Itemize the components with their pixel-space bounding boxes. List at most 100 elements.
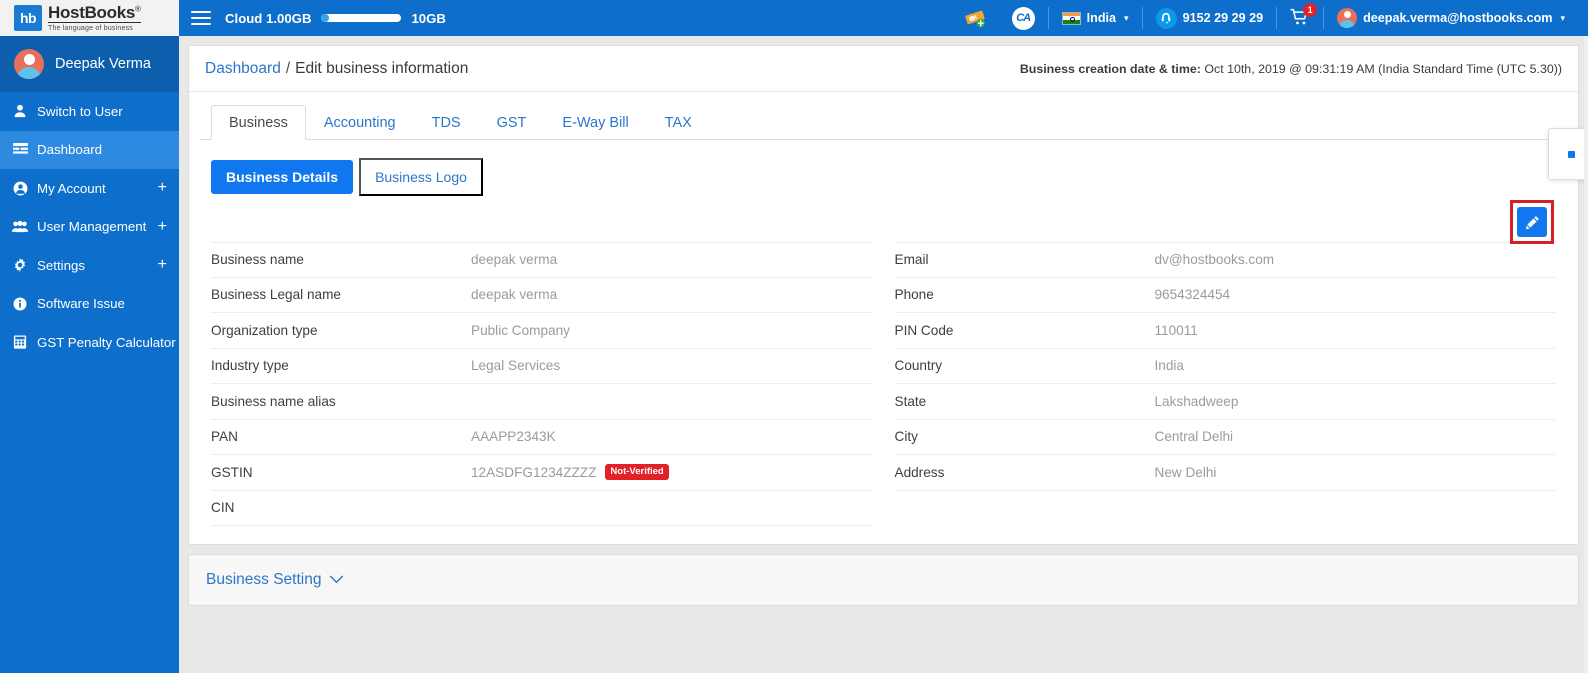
sidebar-item-label: GST Penalty Calculator [37, 334, 176, 350]
field-value: deepak verma [471, 252, 558, 268]
brand-tagline: The language of business [48, 25, 133, 32]
user-avatar-icon [1337, 8, 1358, 28]
cart-count-badge: 1 [1303, 3, 1318, 17]
sidebar-item-gst-penalty-calculator[interactable]: GST Penalty Calculator [0, 323, 179, 362]
ca-portal-button[interactable]: CA [999, 0, 1048, 36]
edit-row [200, 196, 1567, 244]
field-label: CIN [211, 500, 235, 516]
sidebar-item-label: Switch to User [37, 103, 123, 119]
topbar: Cloud 1.00GB 10GB CA India ▾ 9152 29 29 … [179, 0, 1588, 36]
business-setting-label: Business Setting [206, 571, 322, 588]
country-selector[interactable]: India ▾ [1049, 0, 1142, 36]
main-area: Cloud 1.00GB 10GB CA India ▾ 9152 29 29 … [179, 0, 1588, 673]
field-row-city: City Central Delhi [894, 420, 1556, 455]
sidebar-user-name: Deepak Verma [55, 56, 151, 72]
expand-icon[interactable]: + [158, 257, 167, 273]
sidebar-item-settings[interactable]: Settings + [0, 246, 179, 285]
add-ticket-icon [964, 9, 986, 28]
sidebar-item-user-management[interactable]: User Management + [0, 208, 179, 247]
tab-business[interactable]: Business [211, 105, 306, 140]
field-value: Legal Services [471, 358, 561, 374]
field-value: Central Delhi [1154, 429, 1234, 445]
field-value: Lakshadweep [1154, 393, 1239, 409]
sidebar-item-label: Dashboard [37, 142, 103, 158]
tab-bar: Business Accounting TDS GST E-Way Bill T… [200, 102, 1567, 140]
breadcrumb-bar: Dashboard / Edit business information Bu… [189, 46, 1578, 92]
field-value: Public Company [471, 322, 570, 338]
sidebar-item-software-issue[interactable]: Software Issue [0, 285, 179, 324]
sidebar-item-label: Settings [37, 257, 86, 273]
field-label: Business Legal name [211, 287, 341, 303]
cart-button[interactable]: 1 [1277, 0, 1323, 36]
field-label: Email [894, 252, 929, 268]
india-flag-icon [1061, 11, 1081, 25]
business-details-button[interactable]: Business Details [211, 160, 354, 194]
country-label: India [1086, 11, 1117, 25]
tab-gst[interactable]: GST [479, 105, 545, 140]
edit-button-highlight [1510, 200, 1554, 244]
expand-icon[interactable]: + [158, 180, 167, 196]
business-setting-accordion[interactable]: Business Setting [188, 554, 1579, 606]
field-label: Organization type [211, 322, 318, 338]
gear-icon [12, 258, 28, 273]
brand-logo[interactable]: hb HostBooks® The language of business [0, 0, 179, 36]
expand-icon[interactable]: + [158, 218, 167, 235]
hamburger-menu-icon[interactable] [191, 10, 211, 26]
business-logo-button[interactable]: Business Logo [359, 158, 483, 196]
support-phone-number: 9152 29 29 29 [1182, 11, 1264, 25]
tab-tax[interactable]: TAX [647, 105, 710, 140]
tab-tds[interactable]: TDS [414, 105, 479, 140]
sidebar-item-label: My Account [37, 180, 106, 196]
field-row-pin-code: PIN Code 110011 [894, 313, 1556, 349]
field-label: Industry type [211, 358, 289, 374]
field-row-industry-type: Industry type Legal Services [211, 349, 873, 384]
brand-text: HostBooks® The language of business [48, 4, 141, 32]
user-menu[interactable]: deepak.verma@hostbooks.com ▾ [1324, 0, 1578, 36]
add-ticket-button[interactable] [951, 0, 999, 36]
dashboard-icon [12, 143, 28, 156]
tab-eway-bill[interactable]: E-Way Bill [544, 105, 646, 140]
field-row-country: Country India [894, 349, 1556, 384]
ca-icon: CA [1011, 6, 1035, 30]
field-value: New Delhi [1154, 464, 1217, 480]
field-label: Business name [211, 252, 304, 268]
field-value: 12ASDFG1234ZZZZ [471, 464, 597, 480]
sidebar-item-my-account[interactable]: My Account + [0, 169, 179, 208]
field-value: deepak verma [471, 287, 558, 303]
cloud-storage-label: Cloud 1.00GB [225, 10, 312, 26]
sidebar-item-dashboard[interactable]: Dashboard [0, 130, 179, 169]
users-group-icon [12, 220, 28, 233]
business-details-right-column: Email dv@hostbooks.com Phone 9654324454 … [894, 242, 1556, 526]
field-value: dv@hostbooks.com [1154, 252, 1275, 268]
field-row-pan: PAN AAAPP2343K [211, 420, 873, 455]
flyout-indicator-icon [1567, 150, 1575, 158]
chevron-down-icon: ▾ [1560, 12, 1565, 23]
edit-business-button[interactable] [1517, 207, 1547, 237]
field-row-business-legal-name: Business Legal name deepak verma [211, 278, 873, 313]
content-area: Dashboard / Edit business information Bu… [179, 36, 1588, 673]
chevron-down-icon: ▾ [1124, 12, 1129, 23]
chevron-down-icon [329, 571, 344, 589]
field-value: AAAPP2343K [471, 429, 556, 445]
topbar-right-group: CA India ▾ 9152 29 29 29 1 deepak.verma@… [951, 0, 1578, 36]
cart-icon: 1 [1290, 3, 1318, 28]
business-creation-label: Business creation date & time: [1019, 62, 1201, 76]
breadcrumb-dashboard-link[interactable]: Dashboard [205, 60, 281, 78]
cloud-storage-max: 10GB [411, 10, 446, 26]
storage-progress-fill [321, 14, 330, 22]
field-label: GSTIN [211, 464, 253, 480]
sidebar-user[interactable]: Deepak Verma [0, 36, 179, 92]
breadcrumb-separator: / [285, 60, 291, 77]
tab-accounting[interactable]: Accounting [306, 105, 414, 140]
sidebar-item-switch-to-user[interactable]: Switch to User [0, 92, 179, 131]
support-phone[interactable]: 9152 29 29 29 [1143, 0, 1277, 36]
field-row-state: State Lakshadweep [894, 384, 1556, 420]
field-label: PIN Code [894, 322, 954, 338]
app-root: hb HostBooks® The language of business D… [0, 0, 1588, 673]
support-headset-icon [1155, 7, 1177, 29]
field-row-address: Address New Delhi [894, 455, 1556, 491]
side-flyout-panel[interactable] [1548, 128, 1588, 180]
registered-mark: ® [135, 4, 141, 14]
field-row-gstin: GSTIN 12ASDFG1234ZZZZ Not-Verified [211, 455, 873, 491]
page-scrollbar-track[interactable] [1584, 36, 1588, 673]
